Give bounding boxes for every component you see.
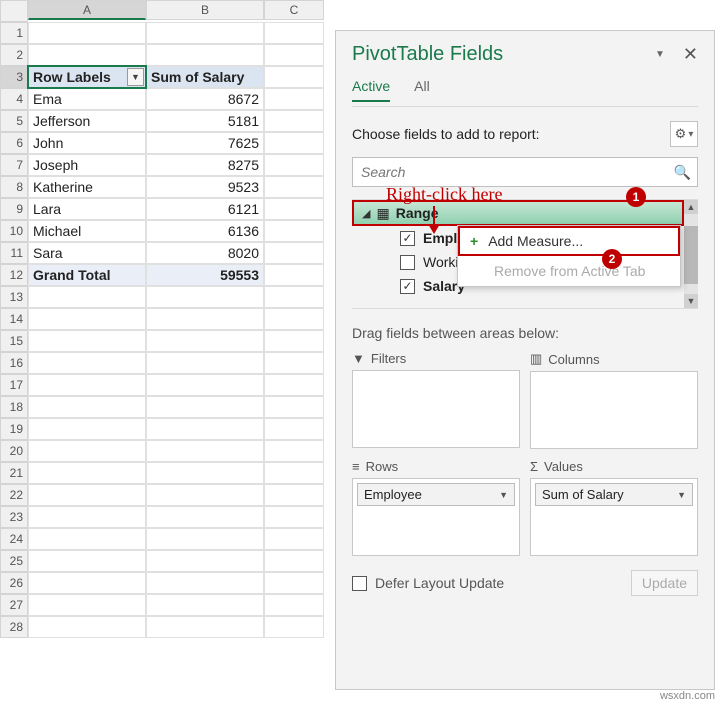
- grand-total-value[interactable]: 59553: [146, 264, 264, 286]
- pivot-row-label[interactable]: Michael: [28, 220, 146, 242]
- pivot-row-value[interactable]: 6136: [146, 220, 264, 242]
- spreadsheet-grid: A B C 1 2 3 Row Labels ▼ Sum of Salary 4…: [0, 0, 324, 638]
- pivot-row-label[interactable]: Jefferson: [28, 110, 146, 132]
- rows-icon: ≡: [352, 459, 360, 474]
- drag-areas-label: Drag fields between areas below:: [352, 325, 698, 341]
- area-filters-label: Filters: [371, 351, 406, 366]
- pivot-row-value[interactable]: 6121: [146, 198, 264, 220]
- scroll-thumb[interactable]: [684, 226, 698, 284]
- pivot-row-label[interactable]: Ema: [28, 88, 146, 110]
- tools-button[interactable]: ⚙▾: [670, 121, 698, 147]
- tab-active[interactable]: Active: [352, 78, 390, 102]
- row-header[interactable]: 1: [0, 22, 28, 44]
- context-menu: + Add Measure... Remove from Active Tab: [457, 225, 681, 287]
- pivot-row-label[interactable]: Lara: [28, 198, 146, 220]
- watermark: wsxdn.com: [660, 690, 715, 702]
- choose-fields-label: Choose fields to add to report:: [352, 126, 540, 142]
- checkbox-unchecked-icon[interactable]: [400, 255, 415, 270]
- checkbox-checked-icon[interactable]: ✓: [400, 279, 415, 294]
- pivot-row-label[interactable]: Katherine: [28, 176, 146, 198]
- pivottable-fields-pane: PivotTable Fields ▼ ✕ Active All Choose …: [335, 30, 715, 690]
- collapse-icon[interactable]: ◢: [362, 207, 370, 220]
- defer-label: Defer Layout Update: [375, 575, 504, 591]
- ctx-remove-tab: Remove from Active Tab: [458, 256, 680, 286]
- search-input-container[interactable]: 🔍: [352, 157, 698, 187]
- table-icon: ▦: [376, 205, 389, 222]
- filters-dropzone[interactable]: [352, 370, 520, 448]
- update-button: Update: [631, 570, 698, 596]
- chevron-down-icon[interactable]: ▼: [677, 490, 686, 500]
- filter-icon: ▼: [352, 351, 365, 366]
- ctx-add-measure[interactable]: + Add Measure...: [458, 226, 680, 256]
- checkbox-checked-icon[interactable]: ✓: [400, 231, 415, 246]
- cell-B3-sum-header[interactable]: Sum of Salary: [146, 66, 264, 88]
- pane-options-dropdown-icon[interactable]: ▼: [655, 49, 665, 60]
- tab-all[interactable]: All: [414, 78, 430, 102]
- close-icon[interactable]: ✕: [683, 44, 698, 65]
- rows-chip-employee[interactable]: Employee▼: [357, 483, 515, 506]
- plus-icon: +: [470, 233, 478, 249]
- values-chip-sum-salary[interactable]: Sum of Salary▼: [535, 483, 693, 506]
- pivot-row-value[interactable]: 5181: [146, 110, 264, 132]
- filter-dropdown-icon[interactable]: ▼: [127, 68, 144, 86]
- col-header-B[interactable]: B: [146, 0, 264, 20]
- search-input[interactable]: [359, 163, 674, 181]
- rows-dropzone[interactable]: Employee▼: [352, 478, 520, 556]
- pane-title: PivotTable Fields: [352, 43, 503, 66]
- cell-A3-row-labels[interactable]: Row Labels ▼: [28, 66, 146, 88]
- ctx-remove-label: Remove from Active Tab: [494, 263, 645, 279]
- select-all-corner[interactable]: [0, 0, 28, 22]
- row-header[interactable]: 3: [0, 66, 28, 88]
- area-columns-label: Columns: [548, 352, 599, 367]
- gear-icon: ⚙: [675, 126, 687, 142]
- columns-icon: ▥: [530, 351, 542, 367]
- fields-list: ◢ ▦ Range + Add Measure... Remove from A…: [352, 199, 698, 309]
- scroll-down-icon[interactable]: ▼: [684, 294, 698, 308]
- pivot-row-value[interactable]: 8020: [146, 242, 264, 264]
- columns-dropzone[interactable]: [530, 371, 698, 449]
- pivot-row-label[interactable]: Sara: [28, 242, 146, 264]
- pivot-row-value[interactable]: 7625: [146, 132, 264, 154]
- range-label: Range: [396, 205, 439, 221]
- annotation-marker-2: 2: [602, 249, 622, 269]
- search-icon: 🔍: [674, 164, 691, 181]
- values-dropzone[interactable]: Sum of Salary▼: [530, 478, 698, 556]
- grand-total-label[interactable]: Grand Total: [28, 264, 146, 286]
- values-icon: Σ: [530, 459, 538, 474]
- pivot-row-label[interactable]: John: [28, 132, 146, 154]
- row-labels-text: Row Labels: [33, 69, 111, 85]
- pivot-row-value[interactable]: 8275: [146, 154, 264, 176]
- scroll-up-icon[interactable]: ▲: [684, 200, 698, 214]
- area-rows-label: Rows: [366, 459, 399, 474]
- pivot-row-value[interactable]: 9523: [146, 176, 264, 198]
- col-header-C[interactable]: C: [264, 0, 324, 20]
- area-values-label: Values: [544, 459, 583, 474]
- row-header[interactable]: 2: [0, 44, 28, 66]
- ctx-add-measure-label: Add Measure...: [488, 233, 583, 249]
- annotation-marker-1: 1: [626, 187, 646, 207]
- defer-checkbox[interactable]: [352, 576, 367, 591]
- pivot-row-value[interactable]: 8672: [146, 88, 264, 110]
- col-header-A[interactable]: A: [28, 0, 146, 20]
- chevron-down-icon[interactable]: ▼: [499, 490, 508, 500]
- pivot-row-label[interactable]: Joseph: [28, 154, 146, 176]
